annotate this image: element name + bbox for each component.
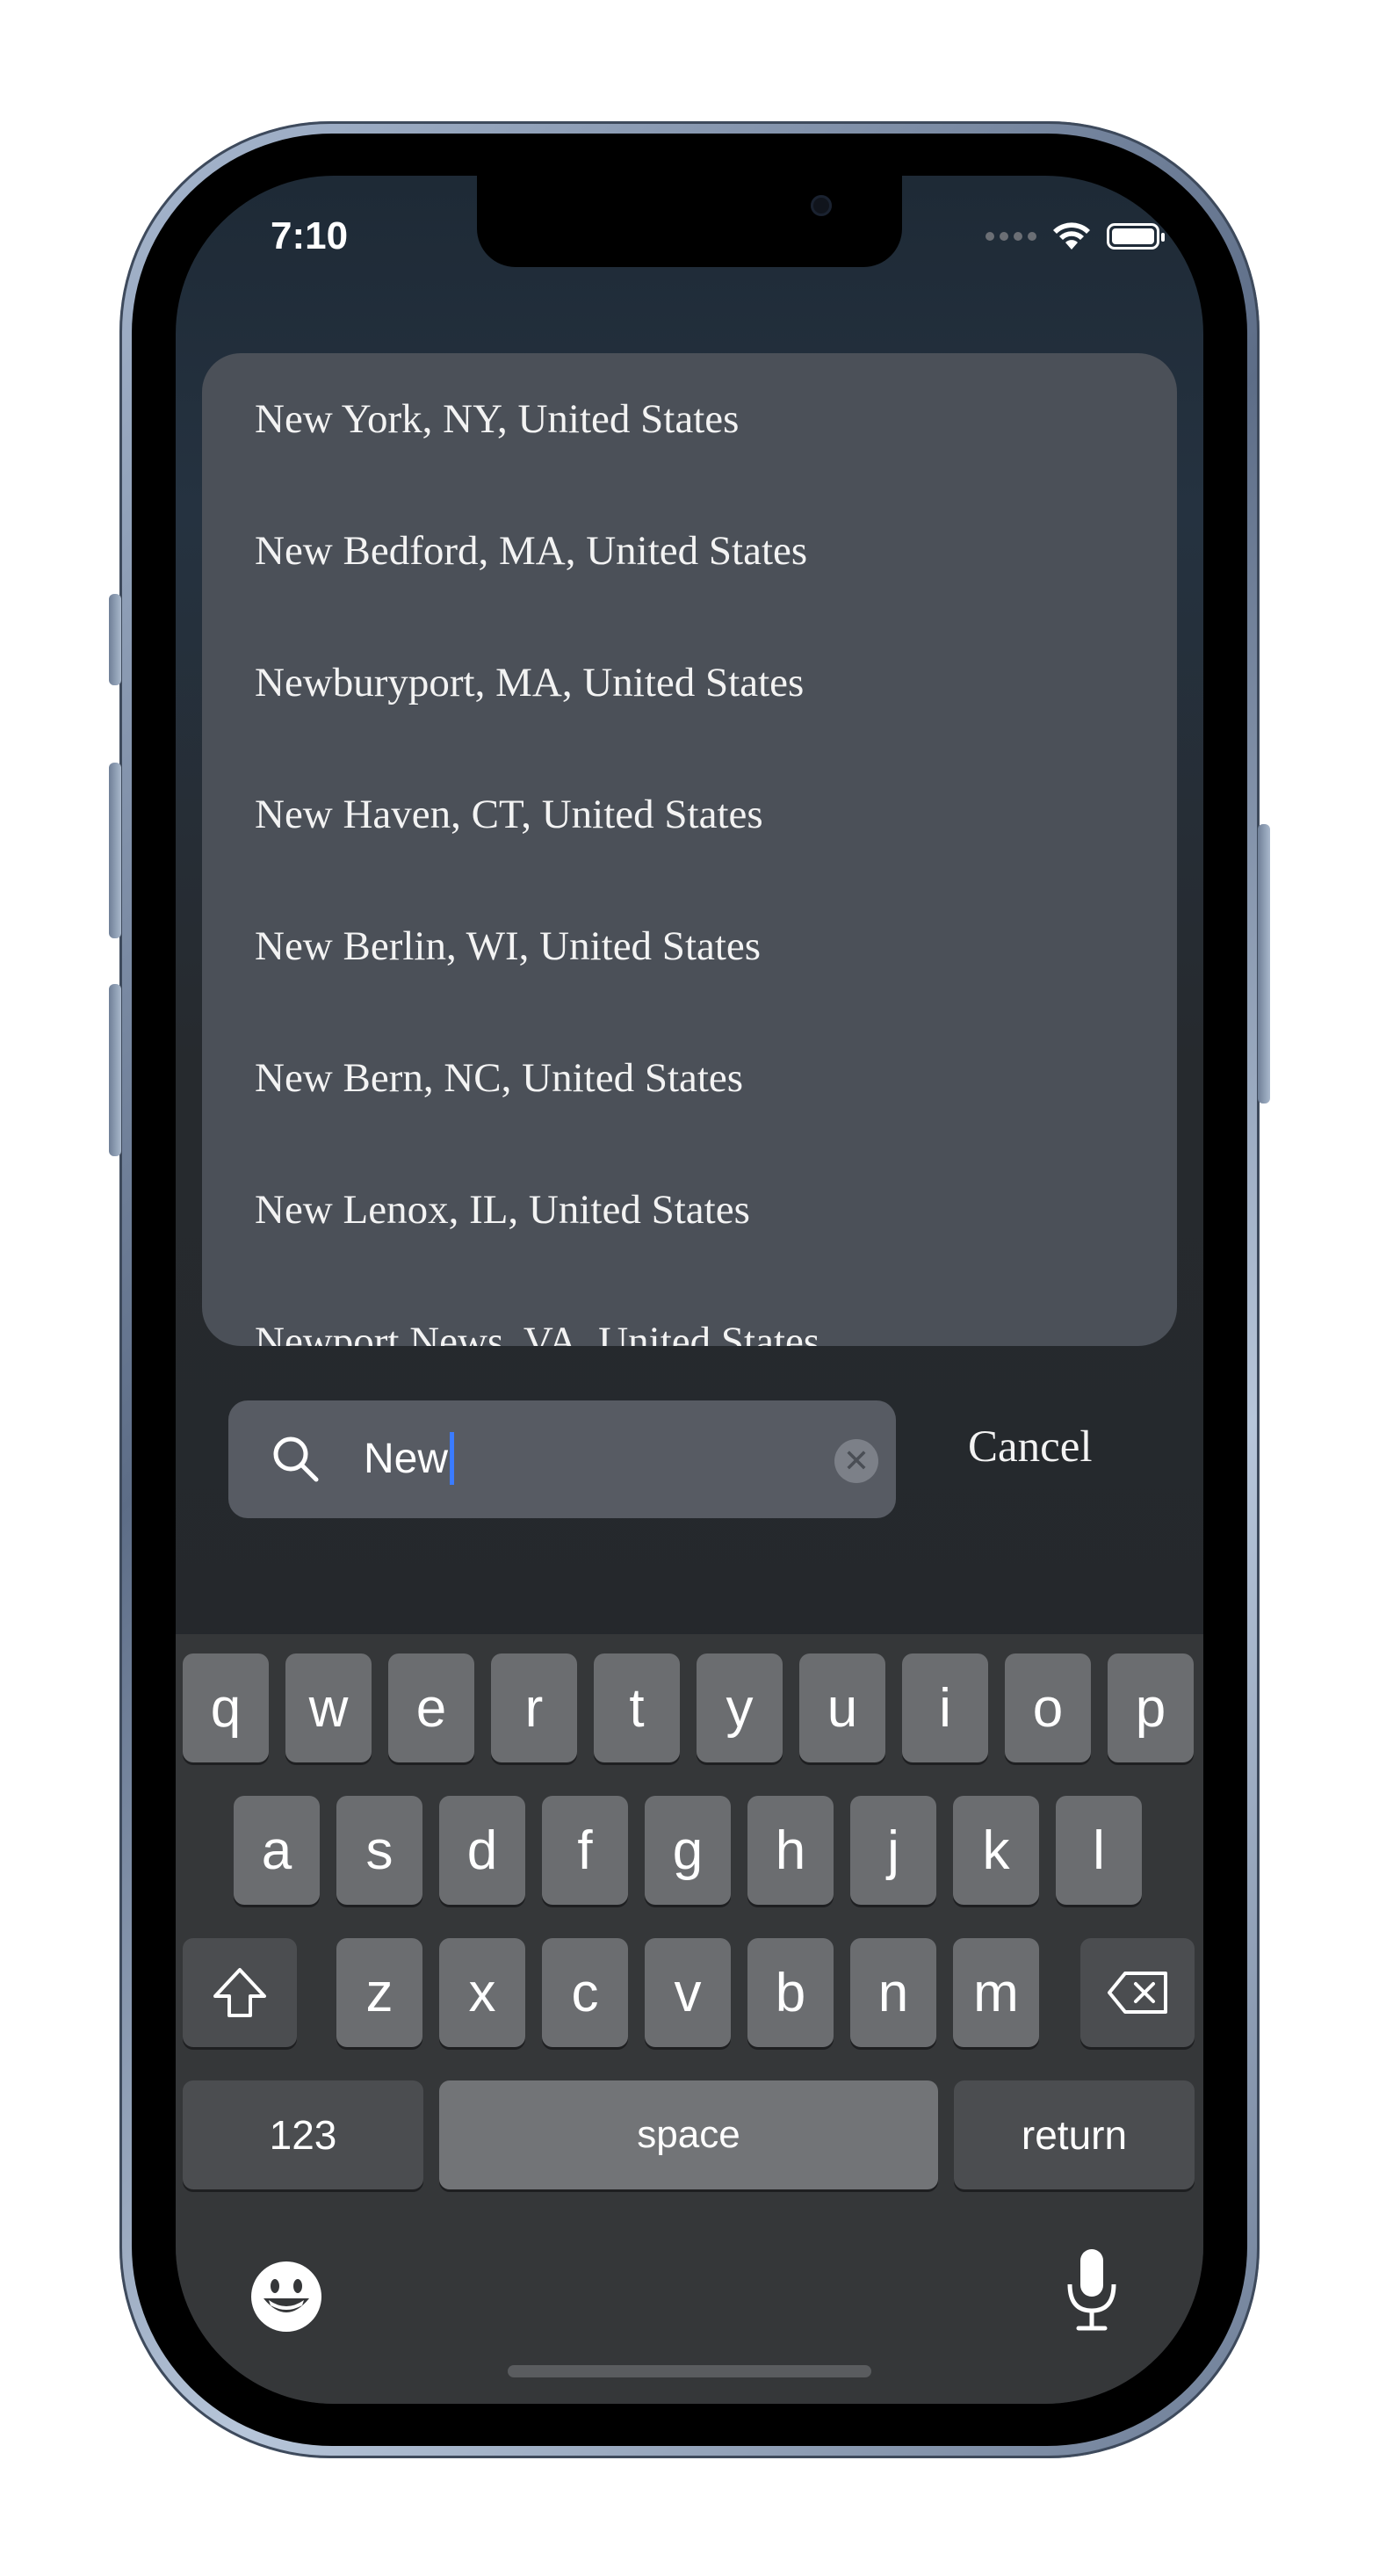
search-field[interactable]: New ✕ xyxy=(228,1400,896,1518)
key-i[interactable]: i xyxy=(902,1653,988,1762)
keyboard: q w e r t y u i o p a s d f g h j k l z … xyxy=(176,1634,1203,2404)
key-o[interactable]: o xyxy=(1005,1653,1091,1762)
key-z[interactable]: z xyxy=(336,1938,422,2047)
text-caret xyxy=(450,1432,455,1485)
key-f[interactable]: f xyxy=(542,1796,628,1905)
key-q[interactable]: q xyxy=(183,1653,269,1762)
suggestion-item[interactable]: New Haven, CT, United States xyxy=(255,762,1133,867)
suggestion-item[interactable]: Newburyport, MA, United States xyxy=(255,630,1133,735)
suggestion-item[interactable]: New Bern, NC, United States xyxy=(255,1025,1133,1131)
key-v[interactable]: v xyxy=(645,1938,731,2047)
search-icon xyxy=(273,1436,319,1482)
key-k[interactable]: k xyxy=(953,1796,1039,1905)
key-p[interactable]: p xyxy=(1108,1653,1194,1762)
volume-up-button xyxy=(109,763,121,938)
suggestion-item[interactable]: New Lenox, IL, United States xyxy=(255,1157,1133,1263)
search-input[interactable]: New xyxy=(364,1432,455,1485)
key-b[interactable]: b xyxy=(747,1938,834,2047)
cancel-button[interactable]: Cancel xyxy=(968,1422,1093,1473)
suggestion-item[interactable]: Newport News, VA, United States xyxy=(255,1289,1133,1346)
delete-icon xyxy=(1108,1972,1167,2014)
power-button xyxy=(1258,824,1270,1103)
emoji-icon[interactable] xyxy=(249,2260,323,2334)
signal-dots-icon xyxy=(986,232,1036,241)
space-key[interactable]: space xyxy=(439,2080,938,2189)
shift-key[interactable] xyxy=(183,1938,297,2047)
key-w[interactable]: w xyxy=(285,1653,372,1762)
key-g[interactable]: g xyxy=(645,1796,731,1905)
suggestion-item[interactable]: New Berlin, WI, United States xyxy=(255,894,1133,999)
phone-screen: 7:10 New York, NY, United States New Bed… xyxy=(176,176,1203,2404)
microphone-icon[interactable] xyxy=(1065,2246,1119,2334)
key-e[interactable]: e xyxy=(388,1653,474,1762)
key-j[interactable]: j xyxy=(850,1796,936,1905)
key-y[interactable]: y xyxy=(697,1653,783,1762)
clear-icon[interactable]: ✕ xyxy=(834,1439,878,1483)
key-t[interactable]: t xyxy=(594,1653,680,1762)
mute-switch xyxy=(109,594,121,685)
key-r[interactable]: r xyxy=(491,1653,577,1762)
key-n[interactable]: n xyxy=(850,1938,936,2047)
key-a[interactable]: a xyxy=(234,1796,320,1905)
key-u[interactable]: u xyxy=(799,1653,885,1762)
volume-down-button xyxy=(109,984,121,1156)
front-camera xyxy=(811,195,832,216)
home-indicator[interactable] xyxy=(508,2365,871,2377)
battery-icon xyxy=(1107,223,1165,250)
key-x[interactable]: x xyxy=(439,1938,525,2047)
status-icons xyxy=(986,221,1165,251)
suggestion-item[interactable]: New Bedford, MA, United States xyxy=(255,498,1133,604)
wifi-icon xyxy=(1053,222,1090,250)
key-d[interactable]: d xyxy=(439,1796,525,1905)
return-key[interactable]: return xyxy=(954,2080,1195,2189)
numbers-key[interactable]: 123 xyxy=(183,2080,423,2189)
notch xyxy=(477,176,902,267)
status-time: 7:10 xyxy=(271,214,349,257)
delete-key[interactable] xyxy=(1080,1938,1195,2047)
key-l[interactable]: l xyxy=(1056,1796,1142,1905)
key-h[interactable]: h xyxy=(747,1796,834,1905)
key-s[interactable]: s xyxy=(336,1796,422,1905)
suggestion-item[interactable]: New York, NY, United States xyxy=(255,366,1133,472)
key-c[interactable]: c xyxy=(542,1938,628,2047)
search-input-text: New xyxy=(364,1435,449,1482)
key-m[interactable]: m xyxy=(953,1938,1039,2047)
shift-icon xyxy=(213,1968,266,2017)
location-suggestions-list: New York, NY, United States New Bedford,… xyxy=(202,353,1177,1346)
